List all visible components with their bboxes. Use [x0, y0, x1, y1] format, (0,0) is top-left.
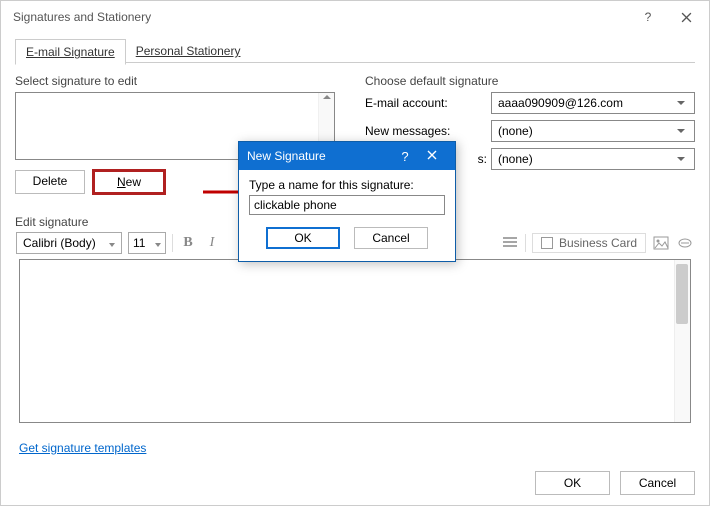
close-icon: [681, 12, 692, 23]
modal-titlebar: New Signature ?: [239, 142, 455, 170]
divider: [525, 234, 526, 252]
email-account-combo[interactable]: aaaa090909@126.com: [491, 92, 695, 114]
window-title: Signatures and Stationery: [13, 10, 629, 24]
chevron-down-icon: [674, 101, 688, 105]
link-button[interactable]: [676, 233, 694, 253]
scroll-up-icon: [323, 95, 331, 99]
modal-prompt: Type a name for this signature:: [249, 178, 414, 192]
new-mnemonic: N: [117, 175, 126, 189]
new-button[interactable]: New: [93, 170, 165, 194]
chevron-down-icon: [674, 157, 688, 161]
modal-title: New Signature: [247, 149, 393, 163]
font-value: Calibri (Body): [23, 236, 96, 250]
size-value: 11: [133, 236, 145, 250]
divider: [172, 234, 173, 252]
modal-body: Type a name for this signature: clickabl…: [239, 170, 455, 261]
font-combo[interactable]: Calibri (Body): [16, 232, 122, 254]
combo-value: aaaa090909@126.com: [498, 96, 674, 110]
close-icon: [427, 150, 437, 160]
new-messages-row: New messages: (none): [365, 120, 695, 142]
card-icon: [541, 237, 553, 249]
new-messages-label: New messages:: [365, 124, 491, 138]
scrollbar-thumb[interactable]: [676, 264, 688, 324]
chevron-down-icon: [674, 129, 688, 133]
modal-help-button[interactable]: ?: [393, 149, 417, 164]
edit-signature-label: Edit signature: [15, 215, 88, 229]
tab-email-signature[interactable]: E-mail Signature: [15, 39, 126, 65]
combo-value: (none): [498, 124, 674, 138]
new-messages-combo[interactable]: (none): [491, 120, 695, 142]
input-value: clickable phone: [254, 198, 337, 212]
editor-scrollbar[interactable]: [674, 260, 690, 422]
modal-cancel-button[interactable]: Cancel: [354, 227, 428, 249]
business-card-button[interactable]: Business Card: [532, 233, 646, 253]
modal-buttons: OK Cancel: [249, 227, 445, 249]
delete-button[interactable]: Delete: [15, 170, 85, 194]
bold-button[interactable]: B: [179, 233, 197, 253]
bizcard-label: Business Card: [559, 236, 637, 250]
get-templates-link[interactable]: Get signature templates: [19, 441, 146, 455]
select-signature-label: Select signature to edit: [15, 74, 345, 88]
email-account-label: E-mail account:: [365, 96, 491, 110]
close-button[interactable]: [667, 3, 705, 31]
dialog-footer: OK Cancel: [535, 471, 695, 495]
font-size-combo[interactable]: 11: [128, 232, 166, 254]
tab-label: E-mail Signature: [26, 45, 115, 59]
cancel-button[interactable]: Cancel: [620, 471, 695, 495]
help-button[interactable]: ?: [629, 3, 667, 31]
combo-value: (none): [498, 152, 674, 166]
modal-ok-button[interactable]: OK: [266, 227, 340, 249]
chevron-down-icon: [106, 236, 115, 250]
tab-label: Personal Stationery: [136, 44, 241, 58]
align-justify-icon[interactable]: [501, 233, 519, 253]
new-signature-dialog: New Signature ? Type a name for this sig…: [238, 141, 456, 262]
italic-button[interactable]: I: [203, 233, 221, 253]
signatures-dialog: Signatures and Stationery ? E-mail Signa…: [0, 0, 710, 506]
choose-default-label: Choose default signature: [365, 74, 695, 88]
signature-editor[interactable]: [19, 259, 691, 423]
help-icon: ?: [645, 10, 652, 24]
titlebar: Signatures and Stationery ?: [1, 1, 709, 33]
image-button[interactable]: [652, 233, 670, 253]
signature-name-input[interactable]: clickable phone: [249, 195, 445, 215]
modal-close-button[interactable]: [417, 149, 447, 163]
replies-combo[interactable]: (none): [491, 148, 695, 170]
email-account-row: E-mail account: aaaa090909@126.com: [365, 92, 695, 114]
ok-button[interactable]: OK: [535, 471, 610, 495]
chevron-down-icon: [152, 236, 161, 250]
tab-strip: E-mail Signature Personal Stationery: [15, 39, 695, 66]
